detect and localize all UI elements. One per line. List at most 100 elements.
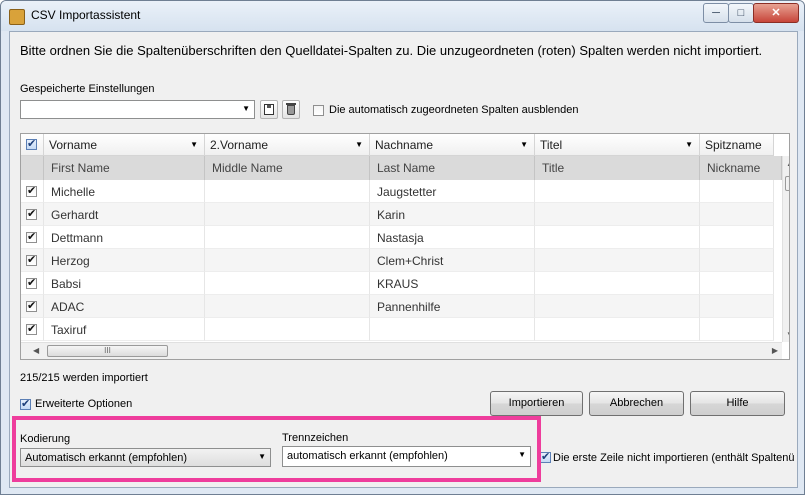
table-cell[interactable]: [700, 203, 774, 226]
cancel-button[interactable]: Abbrechen: [589, 391, 684, 416]
table-cell[interactable]: Babsi: [44, 272, 205, 295]
column-header-1[interactable]: Vorname ▼: [44, 134, 205, 156]
scroll-left-icon[interactable]: ◀: [33, 346, 39, 355]
table-cell[interactable]: [535, 180, 700, 203]
table-cell[interactable]: Jaugstetter: [370, 180, 535, 203]
table-cell[interactable]: Clem+Christ: [370, 249, 535, 272]
table-cell[interactable]: [205, 249, 370, 272]
help-button[interactable]: Hilfe: [690, 391, 785, 416]
table-cell[interactable]: Nastasja: [370, 226, 535, 249]
hide-auto-columns-label: Die automatisch zugeordneten Spalten aus…: [329, 104, 579, 116]
scroll-up-icon[interactable]: ▲: [786, 159, 789, 168]
table-cell[interactable]: [700, 180, 774, 203]
table-cell[interactable]: ADAC: [44, 295, 205, 318]
column-header-4[interactable]: Titel ▼: [535, 134, 700, 156]
column-header-label: Spitzname: [705, 138, 762, 152]
skip-first-row-label: Die erste Zeile nicht importieren (enthä…: [553, 452, 795, 464]
select-all-header: [21, 134, 44, 156]
table-cell[interactable]: [700, 295, 774, 318]
table-row[interactable]: Gerhardt Karin: [21, 203, 774, 226]
table-cell[interactable]: Gerhardt: [44, 203, 205, 226]
column-header-3[interactable]: Nachname ▼: [370, 134, 535, 156]
cell-text: Taxiruf: [51, 323, 87, 337]
source-column-2: Middle Name: [205, 156, 370, 180]
table-cell[interactable]: [205, 318, 370, 341]
save-settings-button[interactable]: [260, 100, 278, 119]
table-cell[interactable]: [205, 203, 370, 226]
cell-text: Michelle: [51, 185, 96, 199]
select-all-checkbox[interactable]: [26, 137, 37, 150]
delete-settings-button[interactable]: [282, 100, 300, 119]
table-row[interactable]: ADAC Pannenhilfe: [21, 295, 774, 318]
row-checkbox[interactable]: [26, 207, 37, 220]
table-cell[interactable]: [205, 226, 370, 249]
table-cell[interactable]: [535, 272, 700, 295]
table-cell[interactable]: Karin: [370, 203, 535, 226]
table-cell[interactable]: Pannenhilfe: [370, 295, 535, 318]
table-cell[interactable]: [535, 203, 700, 226]
row-checkbox-cell: [21, 226, 44, 249]
table-cell[interactable]: [700, 226, 774, 249]
scroll-right-icon[interactable]: ▶: [772, 346, 778, 355]
cell-text: Dettmann: [51, 231, 104, 245]
vertical-scrollbar[interactable]: ▲ ▼: [782, 156, 789, 342]
table-cell[interactable]: Taxiruf: [44, 318, 205, 341]
table-cell[interactable]: [535, 249, 700, 272]
table-cell[interactable]: [205, 272, 370, 295]
row-checkbox-cell: [21, 272, 44, 295]
source-column-1: First Name: [44, 156, 205, 180]
minimize-button[interactable]: ─: [703, 3, 729, 23]
row-checkbox[interactable]: [26, 230, 37, 243]
floppy-disk-icon: [264, 104, 274, 115]
table-cell[interactable]: [700, 249, 774, 272]
maximize-button[interactable]: □: [728, 3, 754, 23]
table-cell[interactable]: [700, 318, 774, 341]
table-cell[interactable]: [205, 295, 370, 318]
row-checkbox[interactable]: [26, 184, 37, 197]
table-row[interactable]: Herzog Clem+Christ: [21, 249, 774, 272]
source-column-label: Nickname: [707, 161, 761, 175]
source-column-5: Nickname: [700, 156, 782, 180]
csv-import-window: CSV Importassistent ─ □ ✕ Bitte ordnen S…: [0, 0, 805, 495]
table-cell[interactable]: Michelle: [44, 180, 205, 203]
table-row[interactable]: Michelle Jaugstetter: [21, 180, 774, 203]
close-button[interactable]: ✕: [753, 3, 799, 23]
column-header-5[interactable]: Spitzname: [700, 134, 774, 156]
saved-settings-dropdown[interactable]: ▼: [20, 100, 255, 119]
column-header-2[interactable]: 2.Vorname ▼: [205, 134, 370, 156]
table-cell[interactable]: [535, 318, 700, 341]
table-cell[interactable]: Dettmann: [44, 226, 205, 249]
table-row[interactable]: Babsi KRAUS: [21, 272, 774, 295]
row-checkbox[interactable]: [26, 253, 37, 266]
scroll-grip: III: [104, 346, 111, 355]
table-cell[interactable]: [205, 180, 370, 203]
table-row[interactable]: Taxiruf: [21, 318, 774, 341]
table-cell[interactable]: [700, 272, 774, 295]
row-checkbox[interactable]: [26, 299, 37, 312]
import-button[interactable]: Importieren: [490, 391, 583, 416]
table-cell[interactable]: KRAUS: [370, 272, 535, 295]
row-checkbox-cell: [21, 295, 44, 318]
source-column-label: Last Name: [377, 161, 436, 175]
vertical-scroll-thumb[interactable]: [785, 176, 789, 191]
skip-first-row-checkbox[interactable]: [540, 450, 551, 463]
row-checkbox[interactable]: [26, 322, 37, 335]
source-column-3: Last Name: [370, 156, 535, 180]
horizontal-scroll-thumb[interactable]: III: [47, 345, 168, 357]
table-cell[interactable]: [370, 318, 535, 341]
table-cell[interactable]: [535, 295, 700, 318]
row-checkbox[interactable]: [26, 276, 37, 289]
cell-text: ADAC: [51, 300, 85, 314]
hide-auto-columns-checkbox[interactable]: [313, 105, 324, 116]
horizontal-scrollbar[interactable]: ◀ III ▶: [21, 342, 782, 359]
mapping-table: Vorname ▼ 2.Vorname ▼ Nachname ▼ Titel ▼ Spi…: [20, 133, 790, 360]
chevron-down-icon: ▼: [190, 140, 198, 149]
trash-icon: [286, 103, 296, 115]
scroll-down-icon[interactable]: ▼: [786, 330, 789, 339]
table-cell[interactable]: Herzog: [44, 249, 205, 272]
title-bar: CSV Importassistent ─ □ ✕: [1, 1, 804, 31]
advanced-options-checkbox[interactable]: [20, 397, 31, 410]
table-cell[interactable]: [535, 226, 700, 249]
window-title: CSV Importassistent: [31, 8, 141, 22]
table-row[interactable]: Dettmann Nastasja: [21, 226, 774, 249]
